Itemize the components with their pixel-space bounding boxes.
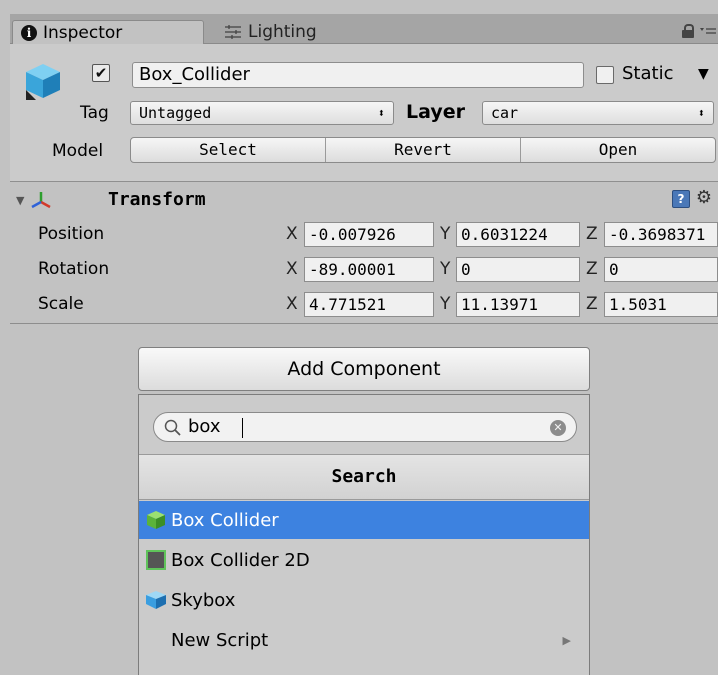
position-z-field[interactable]: -0.3698371 — [604, 222, 718, 247]
tab-lighting[interactable]: Lighting — [216, 20, 346, 44]
position-y-label[interactable]: Y — [440, 224, 450, 244]
rotation-y-field[interactable]: 0 — [456, 257, 580, 282]
tab-lighting-label: Lighting — [248, 22, 317, 42]
scale-x-field[interactable]: 4.771521 — [304, 292, 434, 317]
scale-y-label[interactable]: Y — [440, 294, 450, 314]
updown-arrow-icon: ⬍ — [697, 106, 705, 120]
tag-value: Untagged — [139, 104, 212, 122]
transform-axes-icon — [31, 192, 51, 209]
tag-label: Tag — [80, 103, 109, 123]
search-section-title: Search — [139, 454, 589, 500]
tab-controls — [682, 24, 716, 38]
text-caret — [242, 418, 243, 438]
position-x-label[interactable]: X — [286, 224, 298, 244]
component-search-box[interactable]: ✕ — [153, 412, 577, 442]
add-component-button[interactable]: Add Component — [138, 347, 590, 391]
position-x-field[interactable]: -0.007926 — [304, 222, 434, 247]
rotation-x-label[interactable]: X — [286, 259, 298, 279]
tab-menu-icon[interactable] — [700, 25, 716, 37]
result-new-script[interactable]: New Script ▶ — [139, 621, 589, 659]
position-z-label[interactable]: Z — [586, 224, 598, 244]
position-label: Position — [38, 224, 105, 244]
search-icon — [164, 419, 181, 436]
result-label: Box Collider 2D — [171, 549, 310, 571]
scale-label: Scale — [38, 294, 84, 314]
gameobject-cube-icon — [26, 64, 60, 100]
static-dropdown-arrow[interactable]: ▼ — [698, 66, 709, 82]
clear-search-icon[interactable]: ✕ — [550, 420, 566, 436]
result-skybox[interactable]: Skybox — [139, 581, 589, 619]
object-name-field[interactable]: Box_Collider — [132, 62, 584, 88]
component-search-input[interactable] — [188, 416, 528, 438]
rotation-y-label[interactable]: Y — [440, 259, 450, 279]
scale-z-label[interactable]: Z — [586, 294, 598, 314]
static-checkbox[interactable] — [596, 66, 614, 84]
box-collider-2d-icon — [146, 550, 166, 570]
updown-arrow-icon: ⬍ — [377, 106, 385, 120]
skybox-icon — [146, 591, 166, 609]
model-revert-button[interactable]: Revert — [326, 138, 521, 162]
layer-value: car — [491, 104, 519, 122]
transform-title: Transform — [108, 189, 206, 210]
rotation-z-field[interactable]: 0 — [604, 257, 718, 282]
static-label: Static — [622, 63, 674, 84]
box-collider-icon — [147, 511, 165, 529]
layer-label: Layer — [406, 101, 465, 123]
rotation-x-field[interactable]: -89.00001 — [304, 257, 434, 282]
rotation-z-label[interactable]: Z — [586, 259, 598, 279]
tab-inspector-label: Inspector — [43, 23, 123, 43]
model-button-group: Select Revert Open — [130, 137, 716, 163]
add-component-dropdown: ✕ Search Box Collider Box Collider 2D — [138, 394, 590, 675]
result-label: Box Collider — [171, 509, 279, 531]
tag-dropdown[interactable]: Untagged ⬍ — [130, 101, 394, 125]
layer-dropdown[interactable]: car ⬍ — [482, 101, 714, 125]
lock-icon[interactable] — [682, 24, 694, 38]
tab-inspector[interactable]: i Inspector — [12, 20, 204, 45]
inspector-window: i Inspector Lighting ✔ Box_Collider Stat… — [10, 0, 718, 675]
transform-component: ▼ Transform ? ⚙ Position X -0.007926 Y 0… — [10, 184, 718, 324]
lighting-icon — [225, 25, 241, 39]
scale-x-label[interactable]: X — [286, 294, 298, 314]
tab-bar: i Inspector Lighting — [10, 14, 718, 45]
model-label: Model — [52, 141, 104, 161]
position-y-field[interactable]: 0.6031224 — [456, 222, 580, 247]
model-open-button[interactable]: Open — [521, 138, 715, 162]
submenu-arrow-icon: ▶ — [562, 633, 571, 647]
result-box-collider[interactable]: Box Collider — [139, 501, 589, 539]
foldout-arrow-icon[interactable]: ▼ — [16, 194, 24, 207]
active-checkbox[interactable]: ✔ — [92, 64, 110, 82]
scale-y-field[interactable]: 11.13971 — [456, 292, 580, 317]
rotation-label: Rotation — [38, 259, 110, 279]
result-box-collider-2d[interactable]: Box Collider 2D — [139, 541, 589, 579]
model-select-button[interactable]: Select — [131, 138, 326, 162]
scale-z-field[interactable]: 1.5031 — [604, 292, 718, 317]
info-icon: i — [21, 25, 37, 41]
gear-icon[interactable]: ⚙ — [696, 187, 712, 208]
result-label: Skybox — [171, 589, 236, 611]
help-book-icon[interactable]: ? — [672, 190, 690, 208]
result-label: New Script — [171, 629, 269, 651]
